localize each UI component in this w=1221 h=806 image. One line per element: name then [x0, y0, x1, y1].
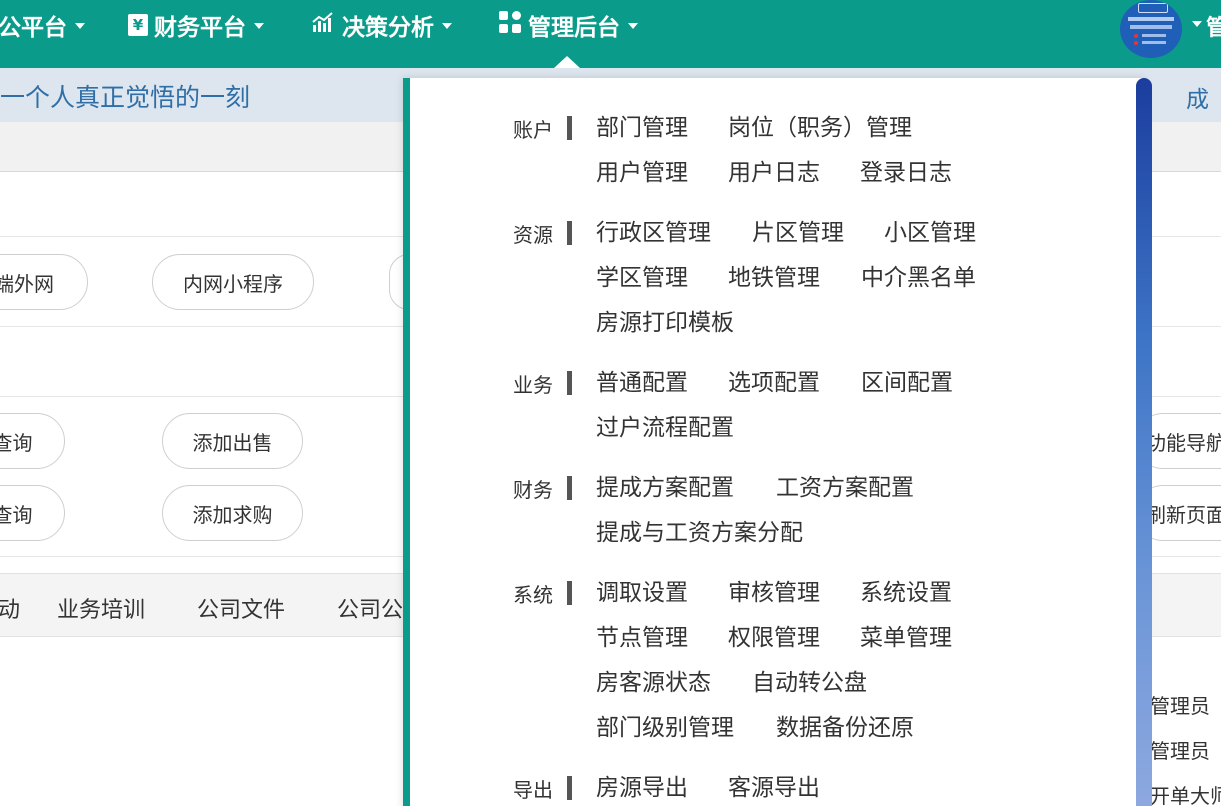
- pill-label: 查询: [0, 430, 33, 455]
- nav-office-label: 公平台: [0, 15, 67, 41]
- group-label: 财务: [513, 478, 553, 502]
- dropdown-pointer: [554, 56, 580, 68]
- menu-item-menus[interactable]: 菜单管理: [860, 618, 952, 652]
- chevron-down-icon: [628, 23, 638, 29]
- yen-icon: ¥: [128, 14, 148, 36]
- dropdown-scrollbar[interactable]: [1136, 78, 1152, 806]
- pill-query-buy[interactable]: 查询: [0, 485, 65, 541]
- menu-item-agent-blacklist[interactable]: 中介黑名单: [861, 258, 976, 292]
- tab-business-training[interactable]: 业务培训: [57, 592, 145, 624]
- tab-company-files[interactable]: 公司文件: [197, 592, 285, 624]
- banner-right-text: 成: [1186, 87, 1209, 113]
- list-item: 开单大师: [1150, 784, 1221, 806]
- nav-decision-label: 决策分析: [342, 15, 434, 41]
- menu-item-nodes[interactable]: 节点管理: [596, 618, 688, 652]
- menu-item-permissions[interactable]: 权限管理: [728, 618, 820, 652]
- pill-extranet[interactable]: 端外网: [0, 254, 88, 310]
- side-button-label: 刷新页面: [1146, 502, 1221, 527]
- nav-admin-label: 管理后台: [528, 15, 620, 41]
- chevron-down-icon: [75, 23, 85, 29]
- group-divider-bar: [567, 371, 572, 395]
- list-item: 管理员: [1150, 739, 1210, 763]
- chart-icon: [312, 11, 336, 39]
- pill-label: 端外网: [0, 271, 54, 296]
- menu-item-backup-restore[interactable]: 数据备份还原: [776, 708, 914, 742]
- nav-finance-label: 财务平台: [154, 15, 246, 41]
- menu-item-login-log[interactable]: 登录日志: [860, 153, 952, 187]
- menu-item-salary-plan[interactable]: 工资方案配置: [776, 468, 914, 502]
- menu-item-area[interactable]: 片区管理: [752, 213, 844, 247]
- grid-icon: [498, 10, 522, 40]
- menu-item-listing-status[interactable]: 房客源状态: [596, 663, 711, 697]
- menu-item-subway[interactable]: 地铁管理: [728, 258, 820, 292]
- menu-item-transfer-flow[interactable]: 过户流程配置: [596, 408, 734, 442]
- pill-label: 内网小程序: [183, 271, 283, 296]
- menu-item-district[interactable]: 行政区管理: [596, 213, 711, 247]
- banner-quote: 一个人真正觉悟的一刻: [0, 83, 251, 112]
- menu-item-position[interactable]: 岗位（职务）管理: [728, 108, 912, 142]
- menu-item-user-log[interactable]: 用户日志: [728, 153, 820, 187]
- nav-admin-backend[interactable]: 管理后台: [498, 0, 638, 50]
- menu-item-auto-public[interactable]: 自动转公盘: [752, 663, 867, 697]
- menu-item-department[interactable]: 部门管理: [596, 108, 688, 142]
- pill-query-sale[interactable]: 查询: [0, 413, 65, 469]
- menu-item-department-level[interactable]: 部门级别管理: [596, 708, 734, 742]
- tab-company-notice[interactable]: 公司公: [337, 592, 403, 624]
- menu-item-retrieval-settings[interactable]: 调取设置: [596, 573, 688, 607]
- pill-label: 查询: [0, 502, 33, 527]
- menu-item-print-template[interactable]: 房源打印模板: [596, 303, 734, 337]
- list-item: 管理员: [1150, 694, 1210, 718]
- menu-item-audit[interactable]: 审核管理: [728, 573, 820, 607]
- menu-item-range-config[interactable]: 区间配置: [861, 363, 953, 397]
- menu-item-users[interactable]: 用户管理: [596, 153, 688, 187]
- side-button-label: 功能导航: [1146, 430, 1221, 455]
- user-name[interactable]: 管: [1206, 10, 1221, 42]
- menu-item-system-settings[interactable]: 系统设置: [860, 573, 952, 607]
- chevron-down-icon: [254, 23, 264, 29]
- menu-item-export-clients[interactable]: 客源导出: [728, 768, 820, 802]
- group-divider-bar: [567, 221, 572, 245]
- chevron-down-icon: [442, 23, 452, 29]
- group-label: 系统: [513, 583, 553, 607]
- tab-activity[interactable]: 动: [0, 592, 20, 624]
- pill-add-buy[interactable]: 添加求购: [162, 485, 303, 541]
- nav-decision-analysis[interactable]: 决策分析: [312, 0, 452, 50]
- pill-intranet-miniprogram[interactable]: 内网小程序: [152, 254, 314, 310]
- top-navbar: 公平台 ¥ 财务平台 决策分析 管理后台 管: [0, 0, 1221, 68]
- menu-item-commission-plan[interactable]: 提成方案配置: [596, 468, 734, 502]
- pill-add-sale[interactable]: 添加出售: [162, 413, 303, 469]
- menu-item-export-listings[interactable]: 房源导出: [596, 768, 688, 802]
- pill-label: 添加出售: [192, 430, 273, 455]
- pill-label: 添加求购: [192, 502, 273, 527]
- chevron-down-icon[interactable]: [1192, 21, 1202, 27]
- nav-office-platform[interactable]: 公平台: [0, 0, 85, 50]
- group-label: 导出: [513, 778, 553, 802]
- dropdown-left-accent: [403, 78, 410, 806]
- admin-dropdown-menu: 账户 部门管理 岗位（职务）管理 用户管理 用户日志 登录日志 资源 行政区管理…: [403, 78, 1152, 806]
- menu-item-plan-assignment[interactable]: 提成与工资方案分配: [596, 513, 803, 547]
- group-divider-bar: [567, 476, 572, 500]
- group-divider-bar: [567, 581, 572, 605]
- group-divider-bar: [567, 776, 572, 800]
- group-label: 业务: [513, 373, 553, 397]
- group-label: 账户: [513, 118, 553, 142]
- group-label: 资源: [513, 223, 553, 247]
- group-divider-bar: [567, 116, 572, 140]
- menu-item-school-zone[interactable]: 学区管理: [596, 258, 688, 292]
- menu-item-option-config[interactable]: 选项配置: [728, 363, 820, 397]
- menu-item-community[interactable]: 小区管理: [884, 213, 976, 247]
- menu-item-general-config[interactable]: 普通配置: [596, 363, 688, 397]
- nav-finance-platform[interactable]: ¥ 财务平台: [128, 0, 264, 50]
- avatar[interactable]: [1120, 0, 1182, 58]
